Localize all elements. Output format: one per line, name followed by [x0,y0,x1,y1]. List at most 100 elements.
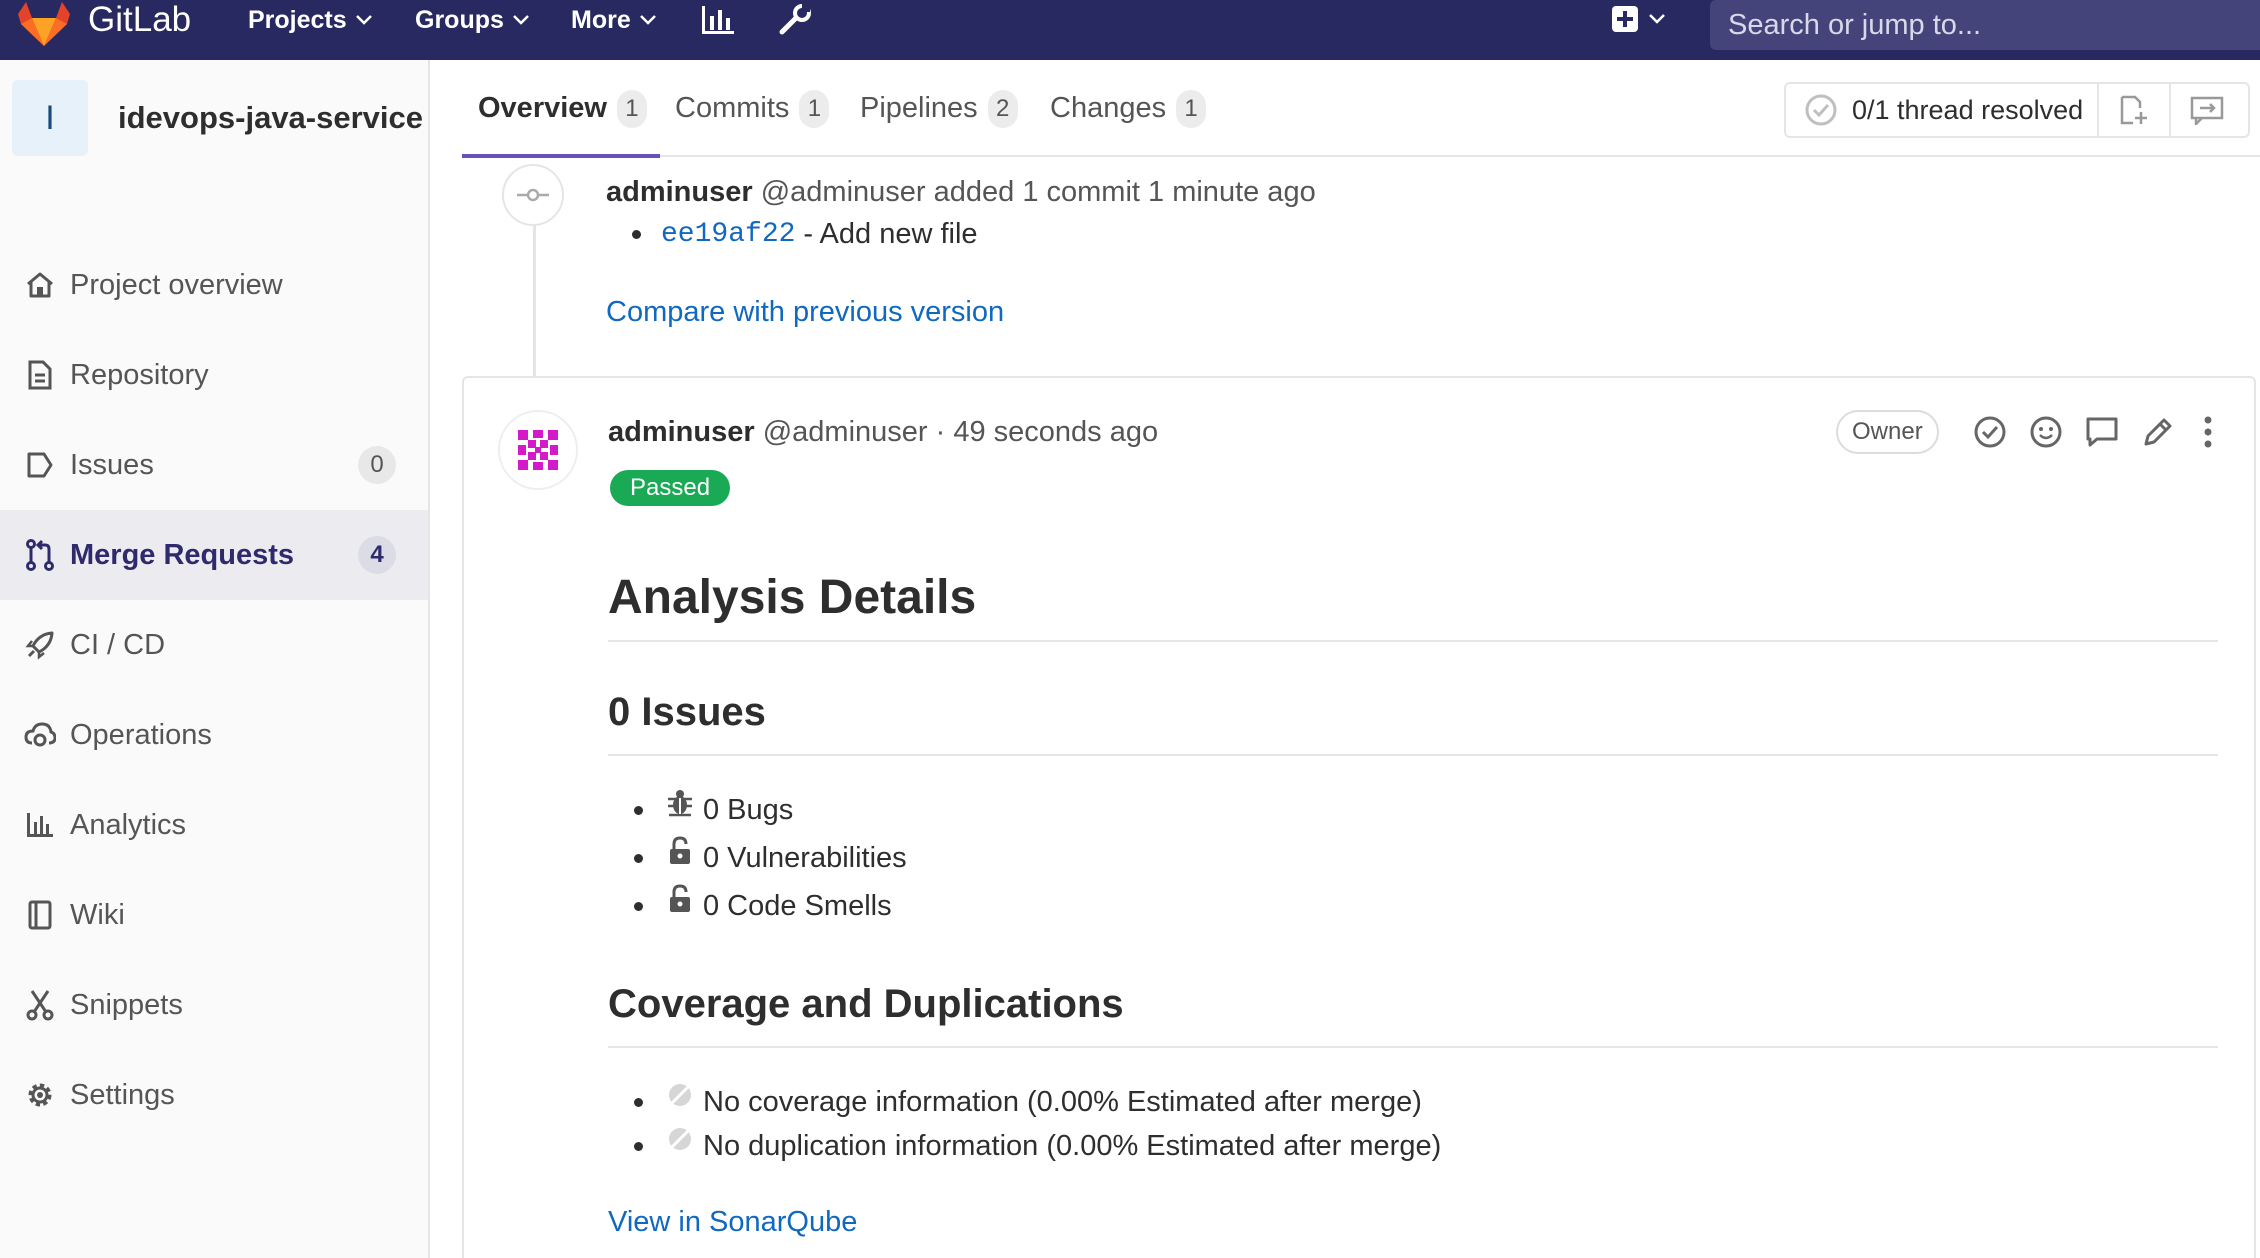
active-tab-indicator [462,154,660,158]
sonarqube-link[interactable]: View in SonarQube [608,1206,857,1239]
tab-pipelines[interactable]: Pipelines 2 [860,60,1018,157]
tab-overview[interactable]: Overview 1 [478,60,647,157]
issues-count-badge: 0 [358,446,396,484]
chevron-down-icon [513,15,529,25]
doc-icon [22,357,58,393]
sidebar-item-label: Analytics [70,808,187,841]
sidebar-item-label: Issues [70,448,154,481]
sidebar-item-merge-requests[interactable]: Merge Requests 4 [0,510,428,600]
plus-square-icon [1612,6,1638,32]
tab-changes[interactable]: Changes 1 [1050,60,1207,157]
bullet [632,230,641,239]
project-header[interactable]: I idevops-java-service [12,80,423,156]
sidebar-item-settings[interactable]: Settings [0,1050,428,1140]
add-reaction-button[interactable] [2026,412,2066,452]
search-box[interactable] [1710,0,2260,50]
tab-label: Changes [1050,92,1167,124]
sidebar-item-repository[interactable]: Repository [0,330,428,420]
project-name[interactable]: idevops-java-service [118,100,423,136]
sidebar-item-analytics[interactable]: Analytics [0,780,428,870]
note-timestamp[interactable]: · 49 seconds ago [936,416,1158,448]
activity-chart-icon[interactable] [700,4,736,41]
chart-icon [22,807,58,843]
chevron-down-icon [1649,14,1665,24]
commit-list-item: ee19af22 - Add new file [632,218,978,251]
gitlab-logo-icon[interactable] [18,0,70,48]
commit-sha-link[interactable]: ee19af22 [661,219,795,250]
chevron-down-icon [355,15,372,25]
sidebar-item-snippets[interactable]: Snippets [0,960,428,1050]
kebab-menu-icon [2204,416,2212,448]
top-navbar: GitLab Projects Groups More [0,0,2260,60]
resolve-thread-button[interactable] [2099,84,2172,136]
projects-dropdown[interactable]: Projects [248,0,373,40]
project-avatar[interactable]: I [12,80,88,156]
avatar[interactable] [498,410,578,490]
pencil-icon [2144,418,2172,446]
jump-to-thread-button[interactable] [2171,84,2243,136]
list-item: No duplication information (0.00% Estima… [634,1127,1442,1163]
unlock-icon [665,835,695,867]
list-item: 0 Vulnerabilities [634,835,907,875]
sidebar-item-ci-cd[interactable]: CI / CD [0,600,428,690]
list-item: No coverage information (0.00% Estimated… [634,1083,1422,1119]
tab-label: Overview [478,92,607,124]
thread-status: 0/1 thread resolved [1786,84,2100,136]
sidebar-item-operations[interactable]: Operations [0,690,428,780]
tab-label: Pipelines [860,92,978,124]
admin-wrench-icon[interactable] [778,4,812,41]
rocket-icon [22,627,58,663]
tab-count: 1 [1176,89,1207,128]
note-author[interactable]: adminuser [608,416,755,448]
scissors-icon [22,987,58,1023]
sidebar-item-project-overview[interactable]: Project overview [0,240,428,330]
more-label: More [571,6,631,34]
sidebar-item-label: Repository [70,358,209,391]
issues-icon [22,447,58,483]
tab-count: 1 [616,89,647,128]
bullet [634,1098,643,1107]
bullet [634,854,643,863]
coverage-info: No coverage information (0.00% Estimated… [703,1086,1422,1118]
cloud-gear-icon [22,717,58,753]
note-username[interactable]: @adminuser [763,416,928,448]
compare-version-link[interactable]: Compare with previous version [606,296,1004,329]
resolve-thread-action[interactable] [1970,412,2010,452]
check-circle-icon [1974,416,2006,448]
edit-comment-button[interactable] [2138,412,2178,452]
analysis-title: Analysis Details [608,571,977,624]
search-input[interactable] [1710,0,2260,50]
chevron-down-icon [639,15,656,25]
sidebar-item-label: CI / CD [70,628,166,661]
tab-commits[interactable]: Commits 1 [675,60,830,157]
groups-label: Groups [415,6,504,34]
coverage-heading: Coverage and Duplications [608,982,1124,1026]
sidebar-item-issues[interactable]: Issues 0 [0,420,428,510]
duplication-info: No duplication information (0.00% Estima… [703,1130,1442,1162]
system-note-username[interactable]: @adminuser [761,176,926,208]
thread-resolve-bar: 0/1 thread resolved [1784,82,2250,138]
smiley-icon [2030,416,2062,448]
tab-count: 2 [987,89,1018,128]
groups-dropdown[interactable]: Groups [415,0,530,40]
more-actions-button[interactable] [2188,412,2228,452]
sidebar-item-label: Operations [70,718,212,751]
projects-label: Projects [248,6,347,34]
new-dropdown[interactable] [1612,6,1666,32]
comment-arrow-icon [2190,96,2224,125]
sidebar-item-label: Merge Requests [70,538,295,571]
sidebar-item-wiki[interactable]: Wiki [0,870,428,960]
new-issue-icon [2120,95,2148,125]
tab-count: 1 [799,89,830,128]
check-circle-icon [1805,94,1837,126]
sidebar: I idevops-java-service Project overview … [0,60,430,1258]
system-note-author[interactable]: adminuser [606,176,753,208]
system-note-action: added 1 commit 1 minute ago [933,176,1316,208]
bullet [634,1142,643,1151]
divider [608,640,2218,642]
commit-icon [502,164,564,226]
reply-button[interactable] [2082,412,2122,452]
gitlab-brand[interactable]: GitLab [88,0,191,40]
bullet [634,806,643,815]
more-dropdown[interactable]: More [571,0,657,40]
